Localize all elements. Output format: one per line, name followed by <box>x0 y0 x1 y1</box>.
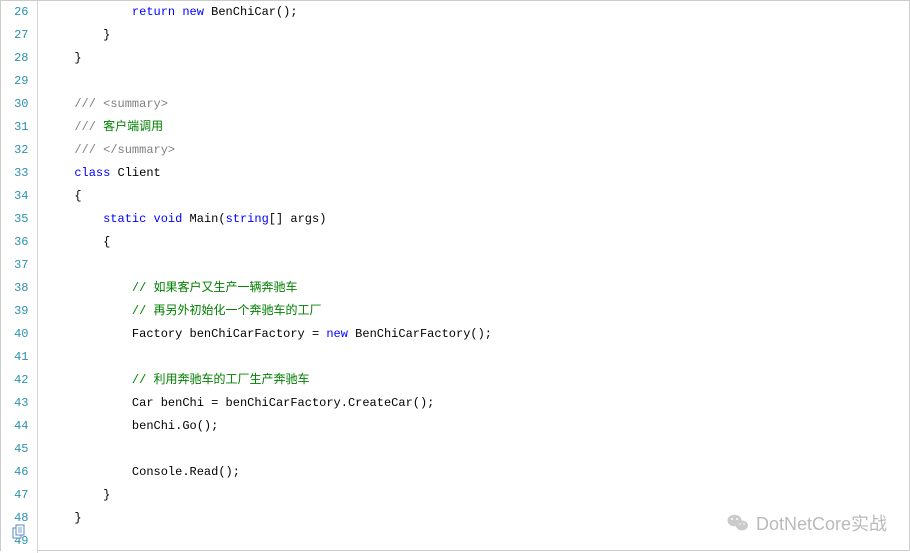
token-new-kw: new <box>182 5 204 19</box>
code-line: 37 <box>1 254 909 277</box>
code-line: 46 Console.Read(); <box>1 461 909 484</box>
code-content[interactable]: { <box>37 231 909 254</box>
code-line: 26 return new BenChiCar(); <box>1 1 909 24</box>
code-line: 29 <box>1 70 909 93</box>
line-number: 37 <box>1 254 37 277</box>
code-content[interactable]: /// <summary> <box>37 93 909 116</box>
code-content[interactable]: benChi.Go(); <box>37 415 909 438</box>
line-number: 36 <box>1 231 37 254</box>
code-table: 26 return new BenChiCar();27 }28 }2930 /… <box>1 1 909 553</box>
line-number: 31 <box>1 116 37 139</box>
code-line: 47 } <box>1 484 909 507</box>
token-kw: string <box>226 212 269 226</box>
line-number: 47 <box>1 484 37 507</box>
line-number: 26 <box>1 1 37 24</box>
code-line: 36 { <box>1 231 909 254</box>
token-class-kw: class <box>74 166 110 180</box>
code-content[interactable]: // 如果客户又生产一辆奔驰车 <box>37 277 909 300</box>
code-content[interactable]: Console.Read(); <box>37 461 909 484</box>
code-line: 31 /// 客户端调用 <box>1 116 909 139</box>
code-content[interactable]: } <box>37 484 909 507</box>
code-line: 44 benChi.Go(); <box>1 415 909 438</box>
token-doc-comment: /// </summary> <box>74 143 175 157</box>
code-line: 42 // 利用奔驰车的工厂生产奔驰车 <box>1 369 909 392</box>
code-line: 32 /// </summary> <box>1 139 909 162</box>
code-line: 30 /// <summary> <box>1 93 909 116</box>
toolbar <box>11 524 27 544</box>
code-content[interactable] <box>37 70 909 93</box>
watermark-text: DotNetCore实战 <box>756 510 887 536</box>
wechat-icon <box>726 511 750 535</box>
code-line: 41 <box>1 346 909 369</box>
code-content[interactable] <box>37 254 909 277</box>
line-number: 35 <box>1 208 37 231</box>
line-number: 32 <box>1 139 37 162</box>
token-kw: void <box>154 212 183 226</box>
code-content[interactable]: /// 客户端调用 <box>37 116 909 139</box>
token-comment: // 如果客户又生产一辆奔驰车 <box>132 281 298 295</box>
line-number: 38 <box>1 277 37 300</box>
code-line: 43 Car benChi = benChiCarFactory.CreateC… <box>1 392 909 415</box>
code-line: 35 static void Main(string[] args) <box>1 208 909 231</box>
code-line: 27 } <box>1 24 909 47</box>
line-number: 27 <box>1 24 37 47</box>
line-number: 30 <box>1 93 37 116</box>
token-doc-comment: /// <summary> <box>74 97 168 111</box>
code-content[interactable]: return new BenChiCar(); <box>37 1 909 24</box>
line-number: 39 <box>1 300 37 323</box>
code-line: 38 // 如果客户又生产一辆奔驰车 <box>1 277 909 300</box>
code-content[interactable] <box>37 346 909 369</box>
code-content[interactable]: // 利用奔驰车的工厂生产奔驰车 <box>37 369 909 392</box>
line-number: 44 <box>1 415 37 438</box>
code-content[interactable]: Car benChi = benChiCarFactory.CreateCar(… <box>37 392 909 415</box>
line-number: 43 <box>1 392 37 415</box>
code-line: 34 { <box>1 185 909 208</box>
line-number: 46 <box>1 461 37 484</box>
token-kw: return <box>132 5 175 19</box>
watermark: DotNetCore实战 <box>726 510 887 536</box>
code-content[interactable]: /// </summary> <box>37 139 909 162</box>
line-number: 33 <box>1 162 37 185</box>
token-kw: static <box>103 212 146 226</box>
line-number: 34 <box>1 185 37 208</box>
code-line: 28 } <box>1 47 909 70</box>
line-number: 45 <box>1 438 37 461</box>
token-comment: // 再另外初始化一个奔驰车的工厂 <box>132 304 322 318</box>
token-comment: // 利用奔驰车的工厂生产奔驰车 <box>132 373 310 387</box>
token-doc-comment: /// <box>74 120 103 134</box>
code-line: 40 Factory benChiCarFactory = new BenChi… <box>1 323 909 346</box>
line-number: 28 <box>1 47 37 70</box>
code-line: 45 <box>1 438 909 461</box>
code-editor: 26 return new BenChiCar();27 }28 }2930 /… <box>0 0 910 551</box>
line-number: 42 <box>1 369 37 392</box>
line-number: 40 <box>1 323 37 346</box>
token-comment: 客户端调用 <box>103 120 163 134</box>
code-content[interactable]: // 再另外初始化一个奔驰车的工厂 <box>37 300 909 323</box>
code-content[interactable]: class Client <box>37 162 909 185</box>
code-line: 33 class Client <box>1 162 909 185</box>
code-content[interactable]: { <box>37 185 909 208</box>
code-content[interactable]: } <box>37 47 909 70</box>
code-line: 39 // 再另外初始化一个奔驰车的工厂 <box>1 300 909 323</box>
copy-icon[interactable] <box>11 524 27 540</box>
code-content[interactable]: Factory benChiCarFactory = new BenChiCar… <box>37 323 909 346</box>
code-content[interactable]: static void Main(string[] args) <box>37 208 909 231</box>
token-new-kw: new <box>326 327 348 341</box>
code-content[interactable] <box>37 438 909 461</box>
line-number: 41 <box>1 346 37 369</box>
code-content[interactable]: } <box>37 24 909 47</box>
line-number: 29 <box>1 70 37 93</box>
